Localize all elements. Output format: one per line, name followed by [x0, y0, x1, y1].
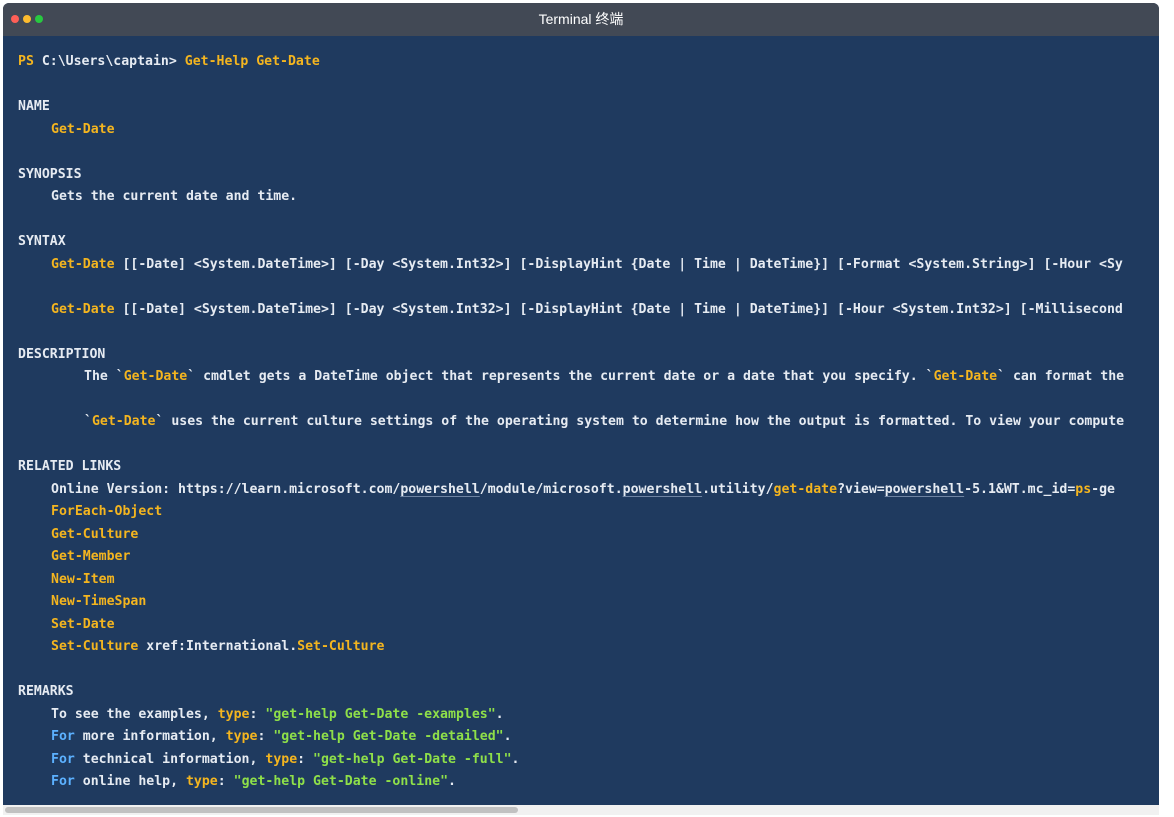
remark-string: "get-help Get-Date -online" — [233, 774, 449, 789]
syntax-cmd: Get-Date — [51, 256, 115, 272]
section-heading-description: DESCRIPTION — [18, 346, 106, 362]
terminal-window: Terminal 终端 PS C:\Users\captain> Get-Hel… — [3, 3, 1159, 815]
remark-builtin: For — [51, 729, 75, 744]
section-heading-name: NAME — [18, 99, 50, 114]
link-text: ps — [1075, 481, 1092, 497]
scrollbar-thumb[interactable] — [5, 807, 518, 813]
ps-prefix: PS — [18, 54, 34, 69]
remark-builtin: For — [51, 751, 75, 767]
description-paragraph: The `Get-Date` cmdlet gets a DateTime ob… — [18, 366, 1159, 389]
remark-text: technical information, — [74, 751, 266, 767]
remark-text: : — [257, 729, 274, 744]
remark-line: For technical information, type: "get-he… — [18, 749, 1159, 772]
remark-text: : — [249, 706, 266, 722]
remark-string: "get-help Get-Date -detailed" — [273, 729, 504, 744]
desc-cmd: Get-Date — [123, 369, 188, 384]
horizontal-scrollbar[interactable] — [3, 805, 1159, 815]
remark-text: more information, — [74, 729, 226, 744]
related-link: Set-Date — [51, 616, 115, 632]
link-text: powershell — [400, 481, 480, 497]
remark-keyword: type — [265, 751, 298, 767]
remark-text: . — [511, 751, 520, 767]
remark-text: . — [503, 729, 512, 744]
online-version-link[interactable]: Online Version: https://learn.microsoft.… — [18, 479, 1159, 502]
terminal-output[interactable]: PS C:\Users\captain> Get-Help Get-Date N… — [18, 51, 1159, 805]
remark-line: To see the examples, type: "get-help Get… — [18, 704, 1159, 727]
remark-string: "get-help Get-Date -examples" — [265, 706, 496, 722]
related-link: ForEach-Object — [51, 504, 163, 519]
related-link: New-TimeSpan — [51, 594, 147, 609]
prompt-path: C:\Users\captain> — [41, 54, 177, 69]
remark-keyword: type — [217, 706, 250, 722]
remark-keyword: type — [185, 774, 218, 789]
section-heading-synopsis: SYNOPSIS — [18, 166, 82, 182]
syntax-cmd: Get-Date — [51, 301, 115, 317]
remark-text: : — [217, 774, 234, 789]
link-text: Online Version: https://learn.microsoft.… — [51, 481, 401, 497]
remark-text: . — [495, 706, 504, 722]
desc-text: ` — [84, 414, 92, 429]
remark-keyword: type — [225, 729, 258, 744]
link-text: powershell — [622, 481, 703, 497]
link-cmd: Set-Culture — [51, 639, 139, 654]
section-heading-related-links: RELATED LINKS — [18, 459, 122, 474]
remark-builtin: For — [51, 774, 75, 789]
remark-text: . — [448, 774, 456, 789]
syntax-line: Get-Date [[-Date] <System.DateTime>] [-D… — [18, 299, 1159, 322]
syntax-params: [[-Date] <System.DateTime>] [-Day <Syste… — [114, 256, 1123, 272]
window-title: Terminal 终端 — [538, 11, 624, 27]
link-text: /module/microsoft. — [479, 481, 623, 497]
syntax-line: Get-Date [[-Date] <System.DateTime>] [-D… — [18, 254, 1159, 277]
link-text: -ge — [1091, 481, 1115, 497]
related-link: Get-Member — [51, 549, 131, 564]
cmdlet-name: Get-Date — [51, 121, 115, 137]
title-bar: Terminal 终端 — [3, 3, 1159, 36]
section-heading-remarks: REMARKS — [18, 684, 74, 699]
desc-text: ` uses the current culture settings of t… — [155, 414, 1125, 429]
link-text: get-date — [773, 481, 838, 497]
remark-text: : — [297, 751, 314, 767]
synopsis-text: Gets the current date and time. — [51, 189, 298, 204]
remark-text: To see the examples, — [51, 706, 218, 722]
desc-cmd: Get-Date — [91, 414, 156, 429]
link-text: powershell — [884, 481, 965, 497]
link-text: .utility/ — [702, 481, 774, 497]
remark-text: online help, — [74, 774, 186, 789]
link-cmd: Set-Culture — [297, 639, 385, 654]
related-link: Set-Culture xref:International.Set-Cultu… — [18, 636, 1159, 659]
related-link: Get-Culture — [51, 526, 139, 542]
remark-line: For online help, type: "get-help Get-Dat… — [18, 771, 1159, 794]
desc-text: ` can format the — [997, 369, 1125, 384]
link-text: -5.1&WT.mc_id= — [964, 481, 1076, 497]
link-text: xref:International. — [138, 639, 298, 654]
prompt-command: Get-Help Get-Date — [184, 54, 320, 69]
link-text: ?view= — [837, 481, 885, 497]
prompt-line: PS C:\Users\captain> Get-Help Get-Date — [18, 51, 1159, 74]
related-link: New-Item — [51, 571, 115, 587]
section-heading-syntax: SYNTAX — [18, 234, 66, 249]
desc-cmd: Get-Date — [933, 369, 998, 384]
syntax-params: [[-Date] <System.DateTime>] [-Day <Syste… — [114, 301, 1123, 317]
remark-line: For more information, type: "get-help Ge… — [18, 726, 1159, 749]
remark-string: "get-help Get-Date -full" — [313, 751, 512, 767]
desc-text: ` cmdlet gets a DateTime object that rep… — [187, 369, 934, 384]
desc-text: The ` — [84, 369, 124, 384]
description-paragraph: `Get-Date` uses the current culture sett… — [18, 411, 1159, 434]
